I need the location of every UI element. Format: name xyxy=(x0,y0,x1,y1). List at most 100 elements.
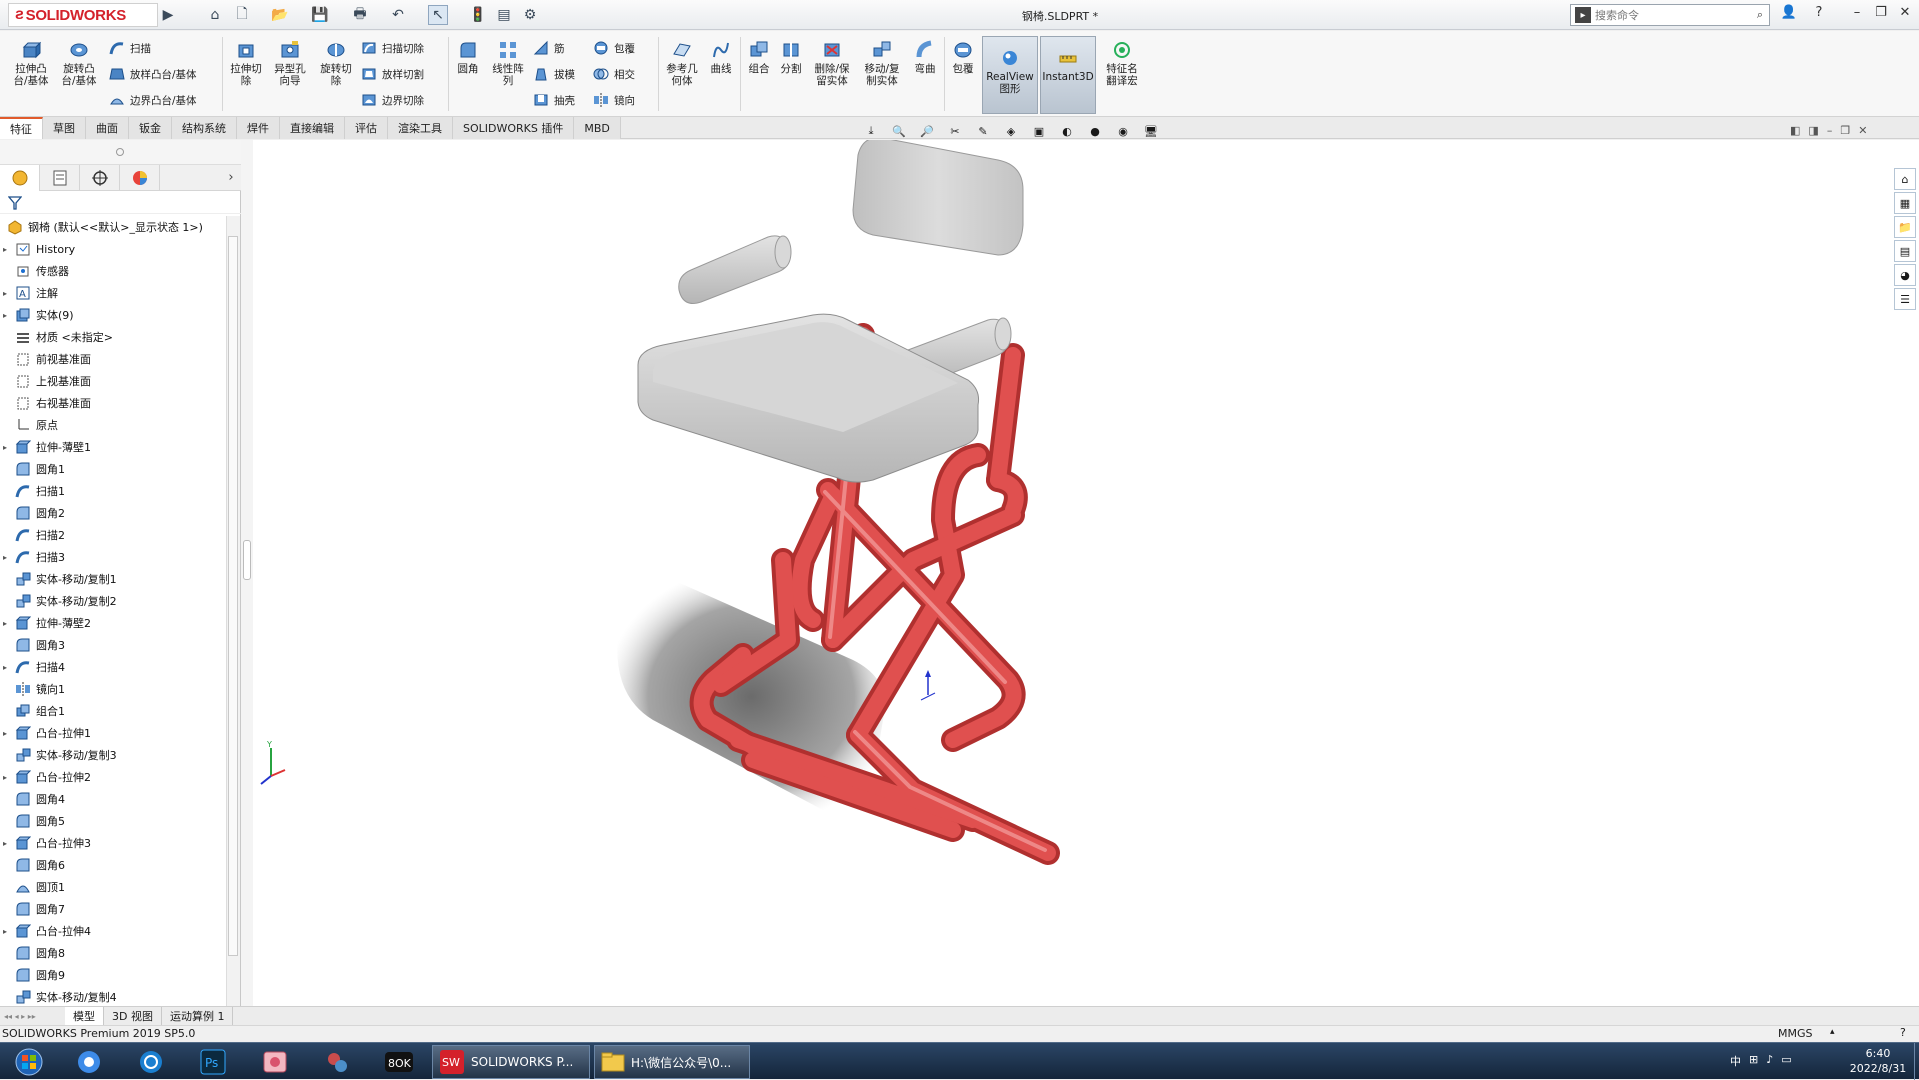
network-tray-icon[interactable]: ⊞ xyxy=(1749,1053,1758,1069)
units-dropdown-icon[interactable]: ▴ xyxy=(1830,1027,1835,1037)
network-tool-icon[interactable] xyxy=(312,1046,362,1078)
panel-splitter[interactable] xyxy=(241,140,253,1006)
start-button[interactable] xyxy=(4,1046,54,1078)
units-indicator[interactable]: MMGS xyxy=(1778,1027,1813,1040)
expand-arrow-icon[interactable]: ▸ xyxy=(0,245,10,254)
baidu-netdisk-icon[interactable] xyxy=(64,1046,114,1078)
design-library-icon[interactable]: ▦ xyxy=(1894,192,1916,214)
draft-button[interactable]: 拔模 xyxy=(532,65,575,83)
viewport-tile-right-icon[interactable]: ◨ xyxy=(1808,124,1818,137)
input-method-icon[interactable]: 中 xyxy=(1730,1053,1741,1069)
expand-arrow-icon[interactable]: ▸ xyxy=(0,553,10,562)
open-icon[interactable]: 📂 xyxy=(270,5,290,25)
flex-button[interactable]: 弯曲 xyxy=(910,39,940,75)
close-button[interactable]: ✕ xyxy=(1894,5,1916,25)
tree-item[interactable]: 组合1 xyxy=(0,700,226,722)
edit-appearance-icon[interactable]: ● xyxy=(1084,121,1106,141)
tree-item[interactable]: ▸ 凸台-拉伸4 xyxy=(0,920,226,942)
realview-toggle[interactable]: RealView 图形 xyxy=(982,36,1038,114)
wrap-large-button[interactable]: 包覆 xyxy=(948,39,978,75)
tree-item[interactable]: ▸ 拉伸-薄壁1 xyxy=(0,436,226,458)
tab-sheet-metal[interactable]: 钣金 xyxy=(129,117,172,139)
file-properties-icon[interactable]: ▤ xyxy=(494,5,514,25)
help-icon[interactable]: ? xyxy=(1808,5,1830,25)
new-document-icon[interactable]: 🗋 xyxy=(232,5,252,25)
section-view-icon[interactable]: ✂ xyxy=(944,121,966,141)
tree-item[interactable]: 圆角3 xyxy=(0,634,226,656)
view-orientation-icon[interactable]: ◈ xyxy=(1000,121,1022,141)
tab-3d-views[interactable]: 3D 视图 xyxy=(104,1006,162,1026)
tree-filter[interactable] xyxy=(0,192,241,214)
tab-mbd[interactable]: MBD xyxy=(574,117,621,139)
lofted-cut-button[interactable]: 放样切割 xyxy=(360,65,424,83)
revolve-cut-button[interactable]: 旋转切 除 xyxy=(316,39,356,87)
tab-structure-system[interactable]: 结构系统 xyxy=(172,117,237,139)
save-icon[interactable]: 💾 xyxy=(310,5,330,25)
tab-sketch[interactable]: 草图 xyxy=(43,117,86,139)
extrude-boss-button[interactable]: 拉伸凸 台/基体 xyxy=(10,39,52,87)
photoshop-icon[interactable]: Ps xyxy=(188,1046,238,1078)
expand-arrow-icon[interactable]: ▸ xyxy=(0,443,10,452)
display-manager-tab-icon[interactable] xyxy=(120,165,160,191)
tree-item[interactable]: ▸ 凸台-拉伸1 xyxy=(0,722,226,744)
tab-direct-editing[interactable]: 直接编辑 xyxy=(280,117,345,139)
tree-item[interactable]: 圆角1 xyxy=(0,458,226,480)
zoom-to-fit-icon[interactable]: ⤓ xyxy=(860,121,882,141)
extrude-cut-button[interactable]: 拉伸切 除 xyxy=(226,39,266,87)
delete-keep-body-button[interactable]: 删除/保 留实体 xyxy=(810,39,854,87)
tree-item[interactable]: 圆角7 xyxy=(0,898,226,920)
expand-arrow-icon[interactable]: ▸ xyxy=(0,773,10,782)
wrap-button[interactable]: 包覆 xyxy=(592,39,635,57)
custom-properties-icon[interactable]: ☰ xyxy=(1894,288,1916,310)
linear-pattern-button[interactable]: 线性阵 列 xyxy=(488,39,528,87)
tree-item[interactable]: 上视基准面 xyxy=(0,370,226,392)
tree-item[interactable]: 圆角6 xyxy=(0,854,226,876)
boundary-cut-button[interactable]: 边界切除 xyxy=(360,91,424,109)
viewport-minimize-icon[interactable]: – xyxy=(1827,124,1833,137)
fillet-button[interactable]: 圆角 xyxy=(452,39,484,75)
mirror-button[interactable]: 镜向 xyxy=(592,91,635,109)
hole-wizard-button[interactable]: 异型孔 向导 xyxy=(270,39,310,87)
expand-arrow-icon[interactable]: ▸ xyxy=(0,729,10,738)
tree-item[interactable]: ▸ A 注解 xyxy=(0,282,226,304)
panel-expand-arrow-icon[interactable]: › xyxy=(221,165,241,190)
viewport-close-icon[interactable]: ✕ xyxy=(1858,124,1867,137)
tree-item[interactable]: 镜向1 xyxy=(0,678,226,700)
file-explorer-icon[interactable]: 📁 xyxy=(1894,216,1916,238)
instant3d-toggle[interactable]: Instant3D xyxy=(1040,36,1096,114)
home-icon[interactable]: ⌂ xyxy=(205,5,225,25)
options-gear-icon[interactable]: ⚙ xyxy=(520,5,540,25)
feature-manager-tab-icon[interactable] xyxy=(0,165,40,191)
viewport-restore-icon[interactable]: ❐ xyxy=(1840,124,1850,137)
tab-weldments[interactable]: 焊件 xyxy=(237,117,280,139)
tree-item[interactable]: 传感器 xyxy=(0,260,226,282)
minimize-button[interactable]: – xyxy=(1846,5,1868,25)
hide-show-items-icon[interactable]: ◐ xyxy=(1056,121,1078,141)
tree-item[interactable]: 原点 xyxy=(0,414,226,436)
tab-motion-study[interactable]: 运动算例 1 xyxy=(162,1006,234,1026)
tree-item[interactable]: 扫描1 xyxy=(0,480,226,502)
tab-model[interactable]: 模型 xyxy=(65,1006,104,1026)
tree-item[interactable]: ▸ 凸台-拉伸2 xyxy=(0,766,226,788)
chair-model-scene[interactable] xyxy=(253,140,1919,1006)
show-desktop-button[interactable] xyxy=(1914,1043,1919,1080)
expand-arrow-icon[interactable]: ▸ xyxy=(0,927,10,936)
rib-button[interactable]: 筋 xyxy=(532,39,565,57)
tree-item[interactable]: 实体-移动/复制4 xyxy=(0,986,226,1004)
tab-features[interactable]: 特征 xyxy=(0,117,43,139)
tab-addins[interactable]: SOLIDWORKS 插件 xyxy=(453,117,575,139)
status-help-icon[interactable]: ? xyxy=(1900,1026,1906,1039)
system-clock[interactable]: 6:40 2022/8/31 xyxy=(1842,1046,1914,1076)
expand-arrow-icon[interactable]: ▸ xyxy=(0,619,10,628)
select-icon[interactable]: ↖ xyxy=(428,5,448,25)
split-button[interactable]: 分割 xyxy=(776,39,806,75)
user-icon[interactable]: 👤 xyxy=(1778,5,1800,25)
curves-button[interactable]: 曲线 xyxy=(706,39,736,75)
tree-item[interactable]: ▸ 实体(9) xyxy=(0,304,226,326)
expand-arrow-icon[interactable]: ▸ xyxy=(0,663,10,672)
sweep-button[interactable]: 扫描 xyxy=(108,39,151,57)
tab-evaluate[interactable]: 评估 xyxy=(345,117,388,139)
apply-scene-icon[interactable]: ◉ xyxy=(1112,121,1134,141)
tree-item[interactable]: 圆角8 xyxy=(0,942,226,964)
expand-arrow-icon[interactable]: ▸ xyxy=(0,289,10,298)
